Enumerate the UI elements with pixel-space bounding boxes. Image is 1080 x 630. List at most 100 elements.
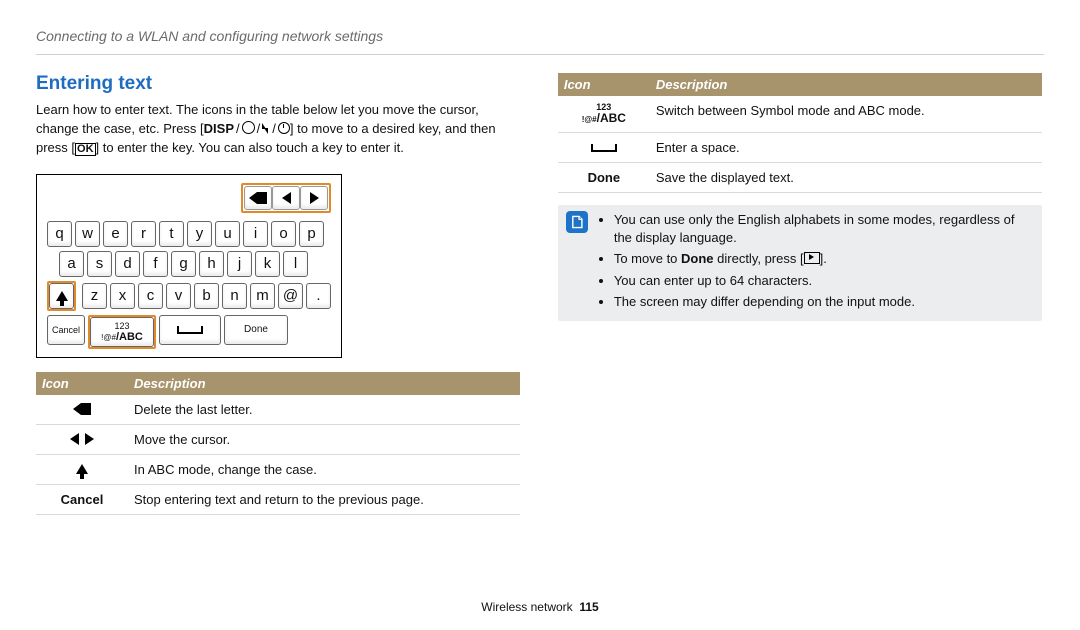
key[interactable]: b — [194, 283, 219, 309]
key[interactable]: j — [227, 251, 252, 277]
col-desc: Description — [128, 372, 520, 395]
kb-row-4: Cancel 123 !@#/ABC Done — [47, 315, 331, 349]
key[interactable]: . — [306, 283, 331, 309]
key[interactable]: z — [82, 283, 107, 309]
kb-row-2: a s d f g h j k l — [47, 251, 331, 277]
cursor-left-key[interactable] — [272, 186, 300, 210]
note-icon — [566, 211, 588, 233]
done-text-icon: Done — [558, 163, 650, 192]
shift-highlight — [47, 281, 76, 311]
cancel-key[interactable]: Cancel — [47, 315, 85, 345]
kb-row-1: q w e r t y u i o p — [47, 221, 331, 247]
note-item: To move to Done directly, press []. — [614, 250, 1034, 268]
key[interactable]: g — [171, 251, 196, 277]
footer-page: 115 — [579, 600, 598, 614]
key[interactable]: a — [59, 251, 84, 277]
mode-highlight: 123 !@#/ABC — [88, 315, 156, 349]
timer-icon — [278, 122, 290, 134]
table-row: 123 !@#/ABC Switch between Symbol mode a… — [558, 96, 1042, 133]
cursor-right-key[interactable] — [300, 186, 328, 210]
note-item: The screen may differ depending on the i… — [614, 293, 1034, 311]
disp-label: DISP — [204, 121, 234, 136]
disp-icon-group: /// — [234, 121, 290, 136]
shift-icon — [76, 464, 88, 474]
cell-desc: Enter a space. — [650, 133, 1042, 162]
table-header: Icon Description — [36, 372, 520, 395]
note-box: You can use only the English alphabets i… — [558, 205, 1042, 321]
mode-key[interactable]: 123 !@#/ABC — [90, 317, 154, 347]
table-row: Cancel Stop entering text and return to … — [36, 485, 520, 515]
key[interactable]: t — [159, 221, 184, 247]
section-title: Entering text — [36, 73, 520, 95]
note-item: You can use only the English alphabets i… — [614, 211, 1034, 246]
note-list: You can use only the English alphabets i… — [598, 211, 1034, 315]
key[interactable]: w — [75, 221, 100, 247]
right-column: Icon Description 123 !@#/ABC Switch betw… — [558, 73, 1042, 515]
key[interactable]: m — [250, 283, 275, 309]
col-icon: Icon — [36, 372, 128, 395]
flash-icon — [262, 123, 270, 135]
key[interactable]: f — [143, 251, 168, 277]
key[interactable]: c — [138, 283, 163, 309]
divider — [36, 54, 1044, 55]
space-key[interactable] — [159, 315, 221, 345]
key[interactable]: p — [299, 221, 324, 247]
key[interactable]: r — [131, 221, 156, 247]
table-header: Icon Description — [558, 73, 1042, 96]
space-icon — [177, 326, 203, 334]
cancel-text-icon: Cancel — [36, 485, 128, 514]
macro-icon — [242, 121, 255, 134]
key[interactable]: l — [283, 251, 308, 277]
key[interactable]: i — [243, 221, 268, 247]
space-icon — [591, 144, 617, 152]
right-desc-table: Icon Description 123 !@#/ABC Switch betw… — [558, 73, 1042, 193]
mode-icon: 123 !@#/ABC — [582, 103, 626, 125]
keyboard-figure: q w e r t y u i o p a s d f g h — [36, 174, 342, 358]
nav-highlight — [241, 183, 331, 213]
kb-row-3: z x c v b n m @ . — [47, 281, 331, 311]
key[interactable]: x — [110, 283, 135, 309]
triangle-right-icon — [310, 192, 319, 204]
playback-icon — [804, 252, 820, 264]
move-cursor-icon — [70, 433, 94, 445]
table-row: In ABC mode, change the case. — [36, 455, 520, 485]
triangle-left-icon — [282, 192, 291, 204]
shift-icon — [56, 291, 68, 301]
table-row: Move the cursor. — [36, 425, 520, 455]
key[interactable]: @ — [278, 283, 303, 309]
key[interactable]: o — [271, 221, 296, 247]
cell-desc: Move the cursor. — [128, 425, 520, 454]
cell-desc: Switch between Symbol mode and ABC mode. — [650, 96, 1042, 132]
backspace-key[interactable] — [244, 186, 272, 210]
key[interactable]: s — [87, 251, 112, 277]
ok-label: OK — [75, 143, 96, 156]
cell-desc: Delete the last letter. — [128, 395, 520, 424]
key[interactable]: e — [103, 221, 128, 247]
footer-section: Wireless network — [481, 600, 572, 614]
key[interactable]: k — [255, 251, 280, 277]
shift-key[interactable] — [49, 283, 74, 309]
col-desc: Description — [650, 73, 1042, 96]
page-footer: Wireless network 115 — [0, 600, 1080, 614]
key[interactable]: u — [215, 221, 240, 247]
breadcrumb: Connecting to a WLAN and configuring net… — [36, 28, 1044, 50]
cell-desc: Stop entering text and return to the pre… — [128, 485, 520, 514]
done-key[interactable]: Done — [224, 315, 288, 345]
left-column: Entering text Learn how to enter text. T… — [36, 73, 520, 515]
intro-c: ] to enter the key. You can also touch a… — [96, 140, 404, 155]
key[interactable]: q — [47, 221, 72, 247]
key[interactable]: y — [187, 221, 212, 247]
cell-desc: In ABC mode, change the case. — [128, 455, 520, 484]
key[interactable]: n — [222, 283, 247, 309]
table-row: Enter a space. — [558, 133, 1042, 163]
table-row: Delete the last letter. — [36, 395, 520, 425]
backspace-icon — [73, 403, 91, 415]
backspace-icon — [249, 192, 267, 204]
key[interactable]: h — [199, 251, 224, 277]
note-item: You can enter up to 64 characters. — [614, 272, 1034, 290]
key[interactable]: d — [115, 251, 140, 277]
table-row: Done Save the displayed text. — [558, 163, 1042, 193]
key[interactable]: v — [166, 283, 191, 309]
col-icon: Icon — [558, 73, 650, 96]
cell-desc: Save the displayed text. — [650, 163, 1042, 192]
